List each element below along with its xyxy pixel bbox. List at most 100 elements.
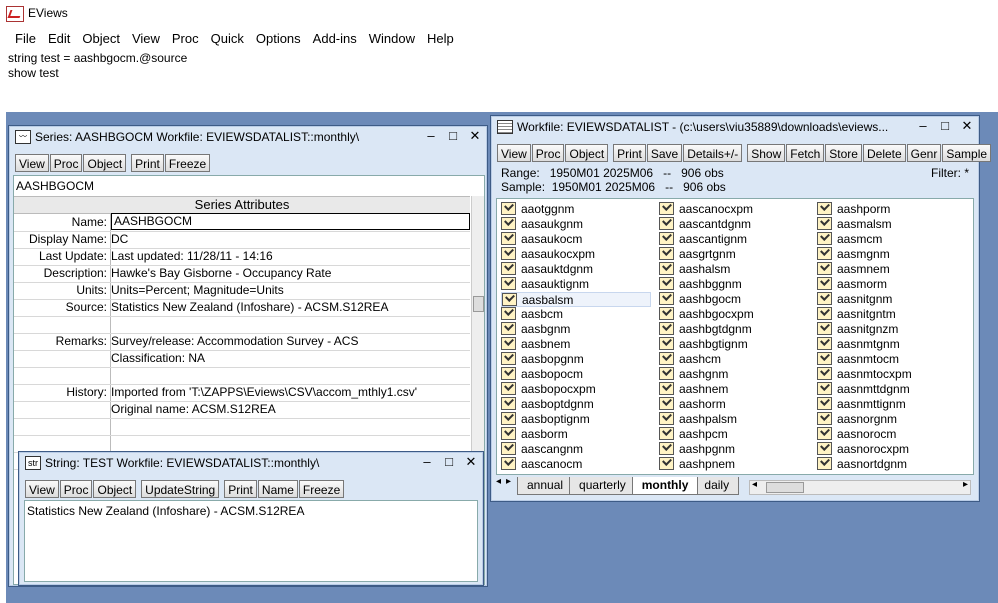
list-item[interactable]: aasmgnm	[817, 247, 912, 262]
menu-window[interactable]: Window	[363, 30, 421, 50]
scroll-right-icon[interactable]: ▸	[963, 479, 968, 490]
menu-addins[interactable]: Add-ins	[307, 30, 363, 50]
attr-value-edit[interactable]: AASHBGOCM	[111, 213, 470, 230]
menu-help[interactable]: Help	[421, 30, 460, 50]
tab-annual[interactable]: annual	[517, 477, 574, 495]
store-button[interactable]: Store	[825, 144, 862, 162]
list-item[interactable]: aasnmtgnm	[817, 337, 912, 352]
attr-row-classification[interactable]: Classification: NA	[14, 350, 470, 368]
list-item[interactable]: aasboptignm	[501, 412, 651, 427]
list-item[interactable]: aasaukocm	[501, 232, 651, 247]
list-item[interactable]: aasnitgnzm	[817, 322, 912, 337]
sample-button[interactable]: Sample	[942, 144, 992, 162]
tab-monthly[interactable]: monthly	[631, 477, 699, 495]
list-item[interactable]: aasbopocxpm	[501, 382, 651, 397]
list-item[interactable]: aasgrtgnm	[659, 247, 754, 262]
genr-button[interactable]: Genr	[906, 144, 942, 162]
horizontal-scrollbar[interactable]: ◂ ▸	[749, 479, 971, 495]
list-item[interactable]: aasbcm	[501, 307, 651, 322]
list-item[interactable]: aashalsm	[659, 262, 754, 277]
list-item[interactable]: aasnmtocm	[817, 352, 912, 367]
list-item[interactable]: aashbgtdgnm	[659, 322, 754, 337]
list-item-selected[interactable]: aasbalsm	[501, 292, 651, 307]
scrollbar-thumb[interactable]	[473, 296, 484, 312]
attr-row-display-name[interactable]: Display Name: DC	[14, 231, 470, 249]
list-item[interactable]: aasnitgnm	[817, 292, 912, 307]
maximize-icon[interactable]: □	[939, 118, 951, 134]
show-button[interactable]: Show	[747, 144, 786, 162]
list-item[interactable]: aashpcm	[659, 427, 754, 442]
list-item[interactable]: aascantignm	[659, 232, 754, 247]
object-button[interactable]: Object	[565, 144, 609, 162]
attr-row-name[interactable]: Name: AASHBGOCM	[14, 213, 470, 232]
list-item[interactable]: aasnmtocxpm	[817, 367, 912, 382]
list-item[interactable]: aasbnem	[501, 337, 651, 352]
view-button[interactable]: View	[497, 144, 531, 162]
attr-row-description[interactable]: Description: Hawke's Bay Gisborne - Occu…	[14, 265, 470, 283]
attr-row-history[interactable]: History: Imported from 'T:\ZAPPS\Eviews\…	[14, 384, 470, 402]
list-item[interactable]: aasboptdgnm	[501, 397, 651, 412]
list-item[interactable]: aasmcm	[817, 232, 912, 247]
list-item[interactable]: aasmnem	[817, 262, 912, 277]
list-item[interactable]: aascanocxpm	[659, 202, 754, 217]
list-item[interactable]: aasbopgnm	[501, 352, 651, 367]
list-item[interactable]: aashbggnm	[659, 277, 754, 292]
list-item[interactable]: aasnorocm	[817, 427, 912, 442]
string-content-panel[interactable]: Statistics New Zealand (Infoshare) - ACS…	[24, 500, 478, 582]
menu-file[interactable]: File	[9, 30, 42, 50]
proc-button[interactable]: Proc	[531, 144, 565, 162]
attr-row-original-name[interactable]: Original name: ACSM.S12REA	[14, 401, 470, 419]
menu-edit[interactable]: Edit	[42, 30, 76, 50]
freeze-button[interactable]: Freeze	[164, 154, 211, 172]
close-icon[interactable]: ✕	[961, 118, 973, 134]
minimize-icon[interactable]: –	[421, 454, 433, 470]
close-icon[interactable]: ✕	[469, 128, 481, 144]
list-item[interactable]: aashbgocm	[659, 292, 754, 307]
attr-row-last-update[interactable]: Last Update: Last updated: 11/28/11 - 14…	[14, 248, 470, 266]
print-button[interactable]: Print	[131, 154, 164, 172]
list-item[interactable]: aasmorm	[817, 277, 912, 292]
attr-row-remarks[interactable]: Remarks: Survey/release: Accommodation S…	[14, 333, 470, 351]
object-button[interactable]: Object	[83, 154, 127, 172]
list-item[interactable]: aashcm	[659, 352, 754, 367]
scrollbar-thumb[interactable]	[766, 482, 804, 493]
name-button[interactable]: Name	[257, 480, 298, 498]
menu-object[interactable]: Object	[76, 30, 126, 50]
list-item[interactable]: aashpalsm	[659, 412, 754, 427]
list-item[interactable]: aashgnm	[659, 367, 754, 382]
list-item[interactable]: aashpnem	[659, 457, 754, 472]
view-button[interactable]: View	[15, 154, 49, 172]
object-button[interactable]: Object	[93, 480, 137, 498]
menu-view[interactable]: View	[126, 30, 166, 50]
list-item[interactable]: aasnmttignm	[817, 397, 912, 412]
attr-row-blank[interactable]	[14, 367, 470, 385]
attr-row-source[interactable]: Source: Statistics New Zealand (Infoshar…	[14, 299, 470, 317]
list-item[interactable]: aashbgocxpm	[659, 307, 754, 322]
maximize-icon[interactable]: □	[443, 454, 455, 470]
attr-row-blank[interactable]	[14, 418, 470, 436]
list-item[interactable]: aashporm	[817, 202, 912, 217]
delete-button[interactable]: Delete	[862, 144, 906, 162]
tab-quarterly[interactable]: quarterly	[569, 477, 636, 495]
list-item[interactable]: aashorm	[659, 397, 754, 412]
list-item[interactable]: aasnmttdgnm	[817, 382, 912, 397]
list-item[interactable]: aascanocm	[501, 457, 651, 472]
close-icon[interactable]: ✕	[465, 454, 477, 470]
menu-quick[interactable]: Quick	[205, 30, 250, 50]
list-item[interactable]: aasaukocxpm	[501, 247, 651, 262]
attr-row-blank[interactable]	[14, 316, 470, 334]
proc-button[interactable]: Proc	[59, 480, 93, 498]
proc-button[interactable]: Proc	[49, 154, 83, 172]
list-item[interactable]: aasmalsm	[817, 217, 912, 232]
minimize-icon[interactable]: –	[425, 128, 437, 144]
list-item[interactable]: aashnem	[659, 382, 754, 397]
list-item[interactable]: aascangnm	[501, 442, 651, 457]
list-item[interactable]: aasaukgnm	[501, 217, 651, 232]
menu-options[interactable]: Options	[250, 30, 307, 50]
list-item[interactable]: aashbgtignm	[659, 337, 754, 352]
details-button[interactable]: Details+/-	[683, 144, 743, 162]
tab-daily[interactable]: daily	[694, 477, 740, 495]
list-item[interactable]: aascantdgnm	[659, 217, 754, 232]
list-item[interactable]: aaotggnm	[501, 202, 651, 217]
list-item[interactable]: aasnorocxpm	[817, 442, 912, 457]
